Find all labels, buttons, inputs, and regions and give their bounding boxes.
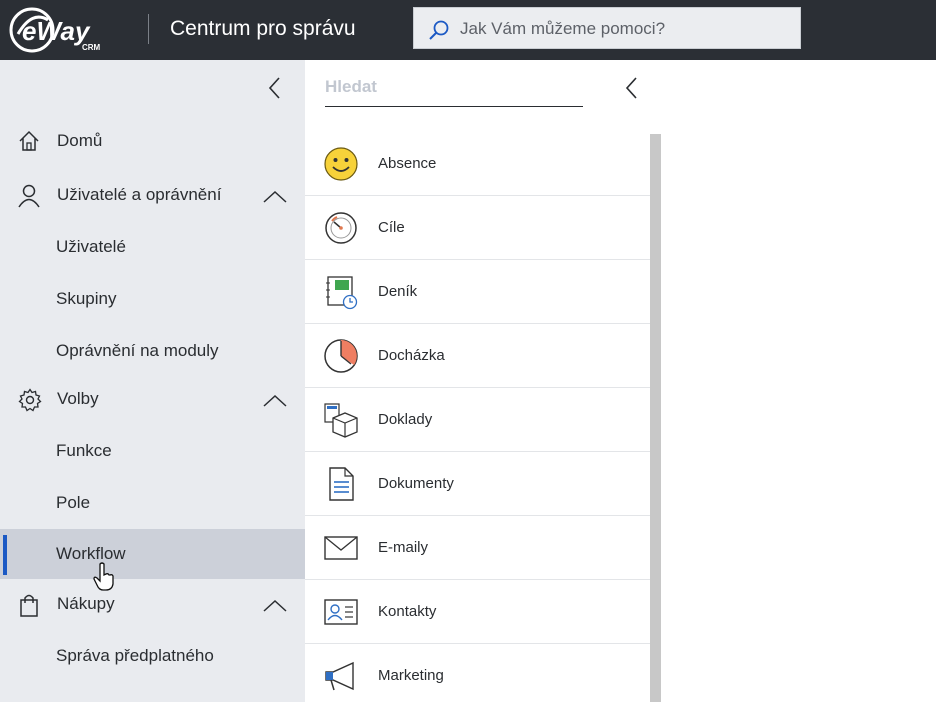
module-label: Doklady bbox=[378, 411, 433, 428]
chevron-up-icon[interactable] bbox=[262, 598, 288, 618]
sidebar-item-workflow[interactable]: Workflow bbox=[0, 529, 305, 579]
module-item-attendance[interactable]: Docházka bbox=[305, 324, 650, 388]
sidebar-item-module-permissions[interactable]: Oprávnění na moduly bbox=[0, 326, 305, 376]
module-item-documents-records[interactable]: Doklady bbox=[305, 388, 650, 452]
sidebar-item-functions[interactable]: Funkce bbox=[0, 426, 305, 476]
sidebar-item-groups[interactable]: Skupiny bbox=[0, 274, 305, 324]
module-item-contacts[interactable]: Kontakty bbox=[305, 580, 650, 644]
sidebar-item-label: Uživatelé bbox=[56, 237, 126, 256]
module-label: Dokumenty bbox=[378, 475, 454, 492]
collapse-sidebar-button[interactable] bbox=[266, 76, 286, 105]
sidebar-item-label: Volby bbox=[57, 389, 99, 408]
gauge-icon bbox=[323, 210, 359, 246]
sidebar-item-label: Workflow bbox=[56, 544, 126, 563]
envelope-icon bbox=[323, 530, 359, 566]
sidebar-item-label: Pole bbox=[56, 493, 91, 512]
scrollbar[interactable] bbox=[650, 134, 661, 702]
module-label: Deník bbox=[378, 283, 418, 300]
module-label: Absence bbox=[378, 155, 437, 172]
sidebar-item-label: Domů bbox=[57, 131, 103, 150]
app-title: Centrum pro správu bbox=[170, 17, 356, 40]
box-document-icon bbox=[323, 402, 359, 438]
module-label: Cíle bbox=[378, 219, 405, 236]
module-search-input[interactable]: Hledat bbox=[325, 74, 583, 107]
module-label: E-maily bbox=[378, 539, 429, 556]
gear-icon bbox=[18, 388, 42, 417]
active-indicator bbox=[3, 535, 7, 575]
sidebar-item-label: Funkce bbox=[56, 441, 112, 460]
sidebar-item-label: Nákupy bbox=[57, 594, 115, 613]
module-label: Marketing bbox=[378, 667, 444, 684]
chevron-up-icon[interactable] bbox=[262, 189, 288, 209]
collapse-panel-button[interactable] bbox=[623, 76, 643, 105]
admin-sidebar: Domů Uživatelé a oprávnění Uživatelé Sku… bbox=[0, 60, 305, 702]
chevron-up-icon[interactable] bbox=[262, 393, 288, 413]
sidebar-item-purchases[interactable]: Nákupy bbox=[0, 581, 305, 627]
home-icon bbox=[18, 130, 40, 157]
sidebar-item-label: Oprávnění na moduly bbox=[56, 341, 219, 360]
sidebar-item-subscription[interactable]: Správa předplatného bbox=[0, 631, 305, 681]
svg-text:CRM: CRM bbox=[82, 43, 101, 52]
smiley-icon bbox=[323, 146, 359, 182]
sidebar-item-label: Skupiny bbox=[56, 289, 117, 308]
module-item-absence[interactable]: Absence bbox=[305, 132, 650, 196]
header-divider bbox=[148, 14, 149, 44]
journal-icon bbox=[323, 274, 359, 310]
document-icon bbox=[323, 466, 359, 502]
sidebar-item-fields[interactable]: Pole bbox=[0, 478, 305, 528]
contact-card-icon bbox=[323, 594, 359, 630]
search-icon bbox=[428, 19, 450, 46]
top-bar: eWay CRM Centrum pro správu Jak Vám může… bbox=[0, 0, 936, 60]
module-item-goals[interactable]: Cíle bbox=[305, 196, 650, 260]
hand-cursor-icon bbox=[92, 562, 116, 597]
module-panel: Hledat Absence Cíle Deník Docházka Dokla… bbox=[305, 60, 661, 702]
help-search-placeholder: Jak Vám můžeme pomoci? bbox=[460, 19, 666, 38]
module-label: Docházka bbox=[378, 347, 445, 364]
svg-text:eWay: eWay bbox=[22, 16, 91, 46]
help-search-input[interactable]: Jak Vám můžeme pomoci? bbox=[413, 7, 801, 49]
module-item-journal[interactable]: Deník bbox=[305, 260, 650, 324]
sidebar-item-users-permissions[interactable]: Uživatelé a oprávnění bbox=[0, 172, 305, 218]
clock-icon bbox=[323, 338, 359, 374]
module-label: Kontakty bbox=[378, 603, 437, 620]
shopping-bag-icon bbox=[18, 593, 40, 622]
megaphone-icon bbox=[323, 658, 359, 694]
module-list: Absence Cíle Deník Docházka Doklady Doku… bbox=[305, 132, 650, 702]
sidebar-item-label: Uživatelé a oprávnění bbox=[57, 185, 222, 204]
eway-crm-logo[interactable]: eWay CRM bbox=[8, 4, 128, 56]
module-item-documents[interactable]: Dokumenty bbox=[305, 452, 650, 516]
module-search-placeholder: Hledat bbox=[325, 77, 377, 96]
module-item-emails[interactable]: E-maily bbox=[305, 516, 650, 580]
sidebar-item-label: Správa předplatného bbox=[56, 646, 214, 665]
sidebar-item-options[interactable]: Volby bbox=[0, 376, 305, 422]
user-icon bbox=[18, 184, 40, 213]
sidebar-item-users[interactable]: Uživatelé bbox=[0, 222, 305, 272]
sidebar-item-home[interactable]: Domů bbox=[0, 118, 305, 164]
module-item-marketing[interactable]: Marketing bbox=[305, 644, 650, 702]
